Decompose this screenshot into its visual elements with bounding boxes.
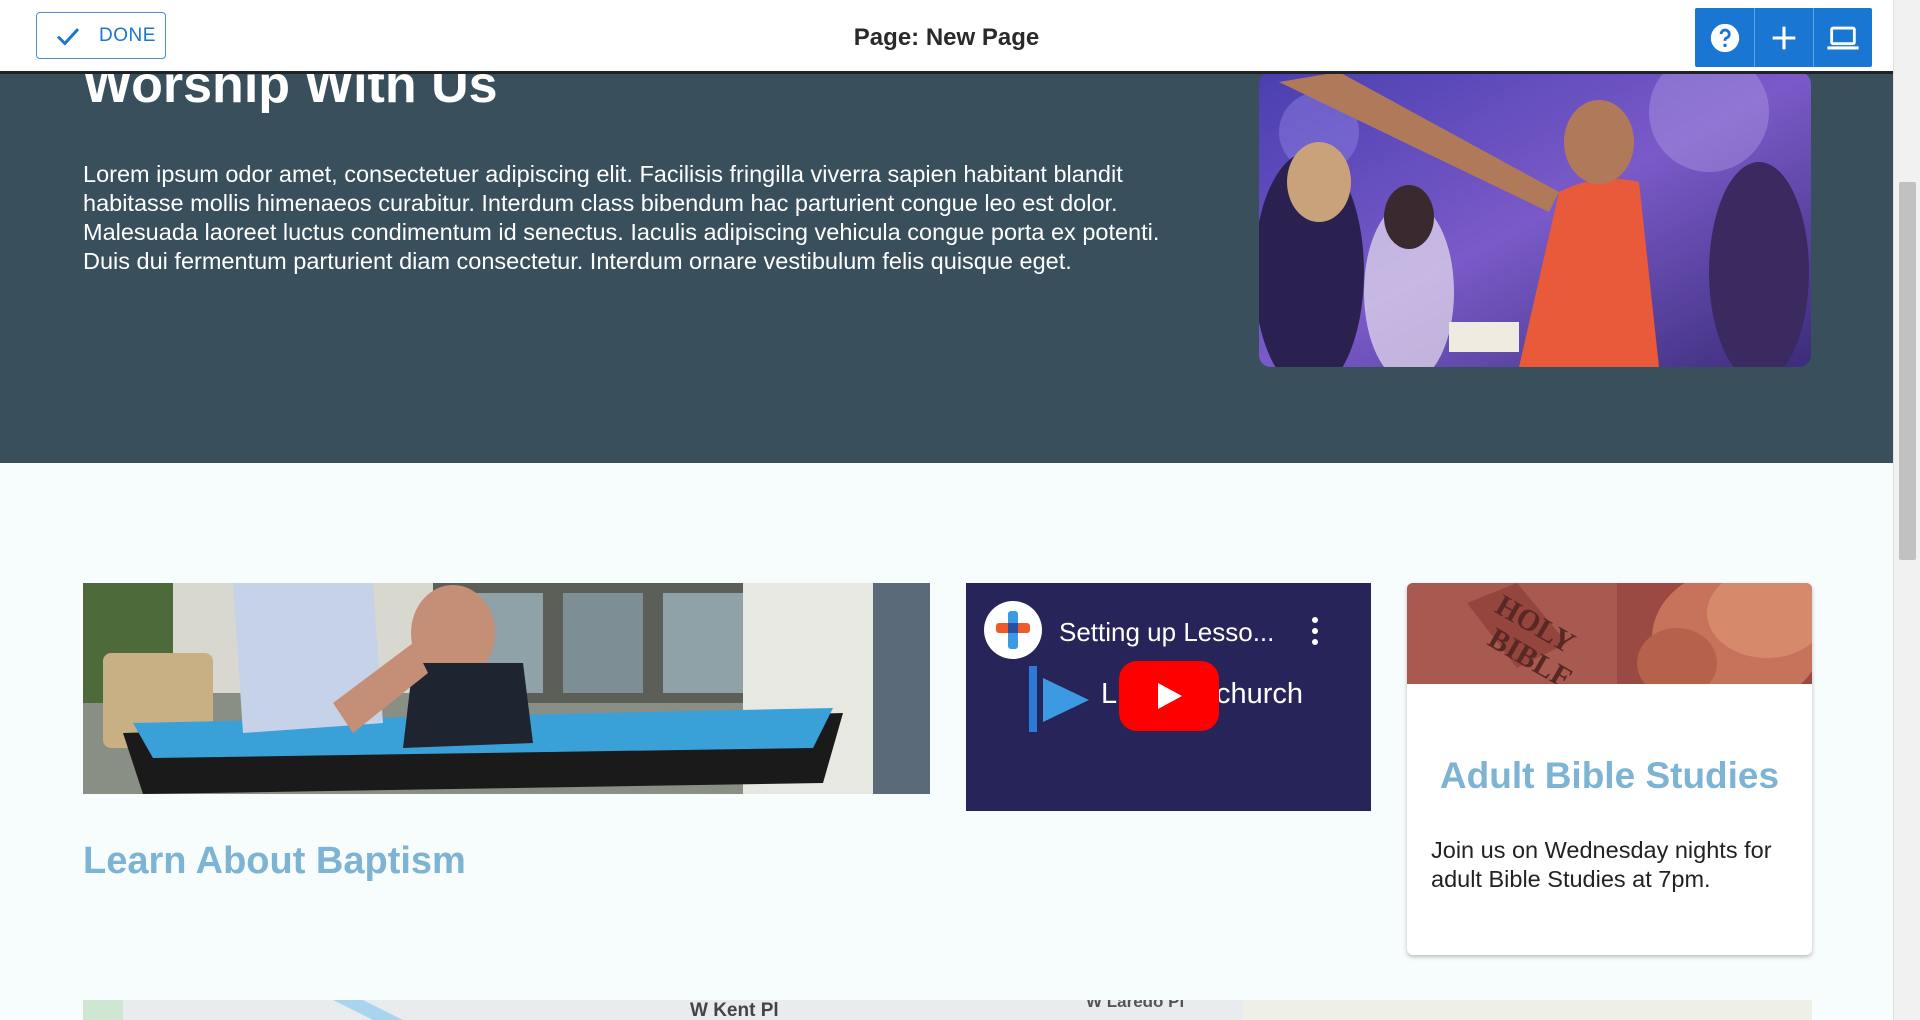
page-title: Page: New Page xyxy=(853,24,1040,51)
youtube-video[interactable]: Setting up Lesso... L church xyxy=(966,583,1371,811)
play-button[interactable] xyxy=(1119,661,1219,731)
brand-text-start: L xyxy=(1101,678,1118,710)
preview-button[interactable] xyxy=(1813,8,1872,67)
help-icon xyxy=(1710,23,1739,52)
map-street-label: W Kent Pl xyxy=(690,1000,779,1020)
video-title[interactable]: Setting up Lesso... xyxy=(1059,617,1274,648)
add-button[interactable] xyxy=(1754,8,1813,67)
brand-text-end: church xyxy=(1216,678,1304,710)
map-street-label: W Laredo Pl xyxy=(1086,1000,1185,1011)
laptop-icon xyxy=(1827,26,1859,49)
scroll-thumb[interactable] xyxy=(1899,182,1916,560)
editor-tools xyxy=(1695,8,1872,67)
channel-logo[interactable] xyxy=(984,601,1042,659)
play-icon xyxy=(1158,683,1182,709)
editor-toolbar: DONE Page: New Page xyxy=(0,0,1893,74)
more-options-icon[interactable] xyxy=(1312,617,1320,647)
card-text: Join us on Wednesday nights for adult Bi… xyxy=(1431,837,1772,892)
add-icon xyxy=(1772,26,1796,49)
card-title[interactable]: Adult Bible Studies xyxy=(1407,755,1812,797)
bible-studies-card: HOLY BIBLE Adult Bible Studies Join us o… xyxy=(1407,583,1812,955)
bible-image: HOLY BIBLE xyxy=(1407,583,1812,684)
page-scrollbar[interactable] xyxy=(1893,0,1920,1020)
map[interactable]: W Kent Pl W Laredo Pl xyxy=(83,1000,1812,1020)
worship-image xyxy=(1259,72,1811,367)
hero-text: Lorem ipsum odor amet, consectetuer adip… xyxy=(83,161,1160,274)
baptism-image xyxy=(83,583,930,794)
baptism-title[interactable]: Learn About Baptism xyxy=(83,840,466,883)
help-button[interactable] xyxy=(1695,8,1754,67)
